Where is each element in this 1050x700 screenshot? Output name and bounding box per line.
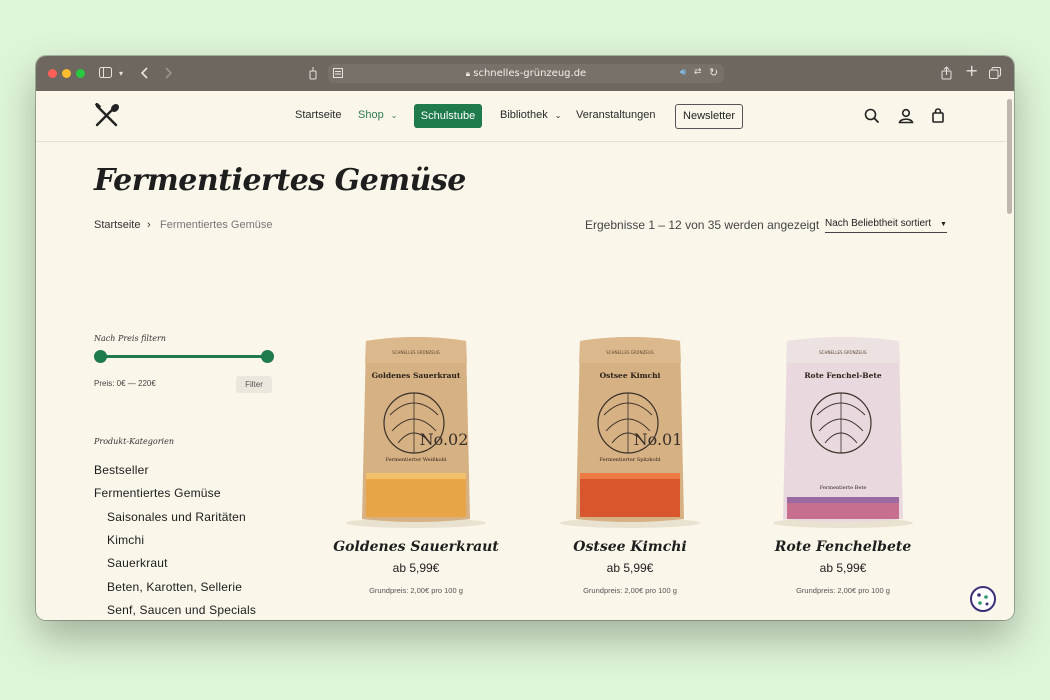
pack-subtitle: Fermentierter Weißkohl (386, 457, 447, 463)
forward-icon[interactable] (164, 67, 172, 79)
minimize-window-button[interactable] (62, 69, 71, 78)
product-unit-price: Grundpreis: 2,00€ pro 100 g (796, 586, 890, 595)
browser-toolbar: ▾ 🔒︎ schnelles-grünzeug.de 🔊︎ ⇄ ↻ + (36, 56, 1014, 91)
site-logo-icon[interactable] (94, 103, 120, 129)
audio-icon[interactable]: 🔊︎ (680, 67, 686, 78)
product-unit-price: Grundpreis: 2,00€ pro 100 g (369, 586, 463, 595)
pack-number: No.01 (634, 430, 683, 449)
account-icon[interactable] (897, 107, 915, 125)
price-slider-track[interactable] (100, 355, 268, 358)
reload-icon[interactable]: ↻ (709, 66, 718, 79)
category-link[interactable]: Beten, Karotten, Sellerie (107, 580, 242, 594)
category-link[interactable]: Kimchi (107, 533, 144, 547)
product-image[interactable]: SCHNELLES GRÜNZEUG Goldenes Sauerkraut N… (326, 333, 506, 533)
back-icon[interactable] (141, 67, 149, 79)
nav-bibliothek[interactable]: Bibliothek ⌄ (500, 109, 561, 121)
nav-startseite[interactable]: Startseite (295, 109, 341, 121)
url-value: schnelles-grünzeug.de (473, 68, 587, 79)
nav-veranstaltungen[interactable]: Veranstaltungen (576, 109, 656, 121)
pack-title: Ostsee Kimchi (600, 371, 661, 380)
chevron-down-icon: ⌄ (390, 111, 398, 120)
zoom-window-button[interactable] (76, 69, 85, 78)
price-slider-min-handle[interactable] (94, 350, 107, 363)
translate-icon[interactable]: ⇄ (694, 67, 702, 77)
sidebar-toggle-icon[interactable] (99, 67, 112, 78)
search-icon[interactable] (863, 107, 881, 125)
categories-heading: Produkt-Kategorien (94, 437, 174, 446)
category-link[interactable]: Sauerkraut (107, 556, 168, 570)
url-text: 🔒︎ schnelles-grünzeug.de (328, 64, 724, 83)
pack-subtitle: Fermentierter Spitzkohl (599, 457, 660, 463)
product-name[interactable]: Goldenes Sauerkraut (326, 539, 506, 555)
webpage: Startseite Shop ⌄ Schulstube Bibliothek … (36, 91, 1014, 620)
results-count: Ergebnisse 1 – 12 von 35 werden angezeig… (585, 218, 820, 232)
category-link[interactable]: Saisonales und Raritäten (107, 510, 246, 524)
close-window-button[interactable] (48, 69, 57, 78)
share-icon[interactable] (941, 66, 952, 80)
category-link[interactable]: Fermentiertes Gemüse (94, 486, 221, 500)
nav-shop[interactable]: Shop ⌄ (358, 109, 397, 121)
pack-brand: SCHNELLES GRÜNZEUG (819, 350, 867, 355)
product-price: ab 5,99€ (606, 561, 654, 575)
sort-select-value: Nach Beliebtheit sortiert (825, 218, 932, 229)
category-link[interactable]: Senf, Saucen und Specials (107, 603, 256, 617)
pack-subtitle: Fermentierte Bete (820, 485, 867, 491)
breadcrumb-current: Fermentiertes Gemüse (160, 219, 273, 231)
chevron-down-icon: ⌄ (554, 111, 562, 120)
pack-title: Goldenes Sauerkraut (372, 371, 461, 380)
price-range-label: Preis: 0€ — 220€ (94, 379, 156, 388)
product-image[interactable]: SCHNELLES GRÜNZEUG Rote Fenchel-Bete Fer… (753, 333, 933, 533)
filter-button[interactable]: Filter (236, 376, 272, 393)
chevron-down-icon[interactable]: ▾ (119, 68, 123, 80)
pack-number: No.02 (420, 430, 469, 449)
pack-brand: SCHNELLES GRÜNZEUG (606, 350, 654, 355)
price-slider-max-handle[interactable] (261, 350, 274, 363)
pack-brand: SCHNELLES GRÜNZEUG (392, 350, 440, 355)
lock-icon: 🔒︎ (465, 69, 471, 78)
page-title: Fermentiertes Gemüse (94, 163, 466, 198)
product-image[interactable]: SCHNELLES GRÜNZEUG Ostsee Kimchi No.01 F… (540, 333, 720, 533)
product-unit-price: Grundpreis: 2,00€ pro 100 g (583, 586, 677, 595)
url-bar[interactable]: 🔒︎ schnelles-grünzeug.de 🔊︎ ⇄ ↻ (328, 64, 724, 83)
browser-window: ▾ 🔒︎ schnelles-grünzeug.de 🔊︎ ⇄ ↻ + Star… (36, 56, 1014, 620)
nav-schulstube-button[interactable]: Schulstube (414, 104, 482, 128)
cart-icon[interactable] (929, 107, 947, 125)
nav-newsletter-button[interactable]: Newsletter (675, 104, 743, 129)
pack-title: Rote Fenchel-Bete (804, 371, 882, 380)
breadcrumb-home[interactable]: Startseite (94, 219, 140, 231)
category-link[interactable]: Bestseller (94, 463, 149, 477)
header-divider (36, 141, 1006, 142)
scrollbar[interactable] (1007, 99, 1012, 214)
sort-select[interactable]: Nach Beliebtheit sortiert ▼ (825, 218, 947, 233)
tabs-overview-icon[interactable] (989, 67, 1001, 79)
product-price: ab 5,99€ (819, 561, 867, 575)
caret-down-icon: ▼ (939, 221, 947, 228)
new-tab-icon[interactable]: + (965, 63, 978, 79)
privacy-icon (309, 67, 317, 80)
nav-bibliothek-label: Bibliothek (500, 109, 548, 121)
product-name[interactable]: Rote Fenchelbete (753, 539, 933, 555)
breadcrumb-separator: › (147, 219, 151, 231)
cookie-settings-icon[interactable] (968, 584, 998, 614)
price-filter-heading: Nach Preis filtern (94, 334, 166, 343)
product-name[interactable]: Ostsee Kimchi (540, 539, 720, 555)
nav-shop-label: Shop (358, 109, 384, 121)
product-price: ab 5,99€ (392, 561, 440, 575)
